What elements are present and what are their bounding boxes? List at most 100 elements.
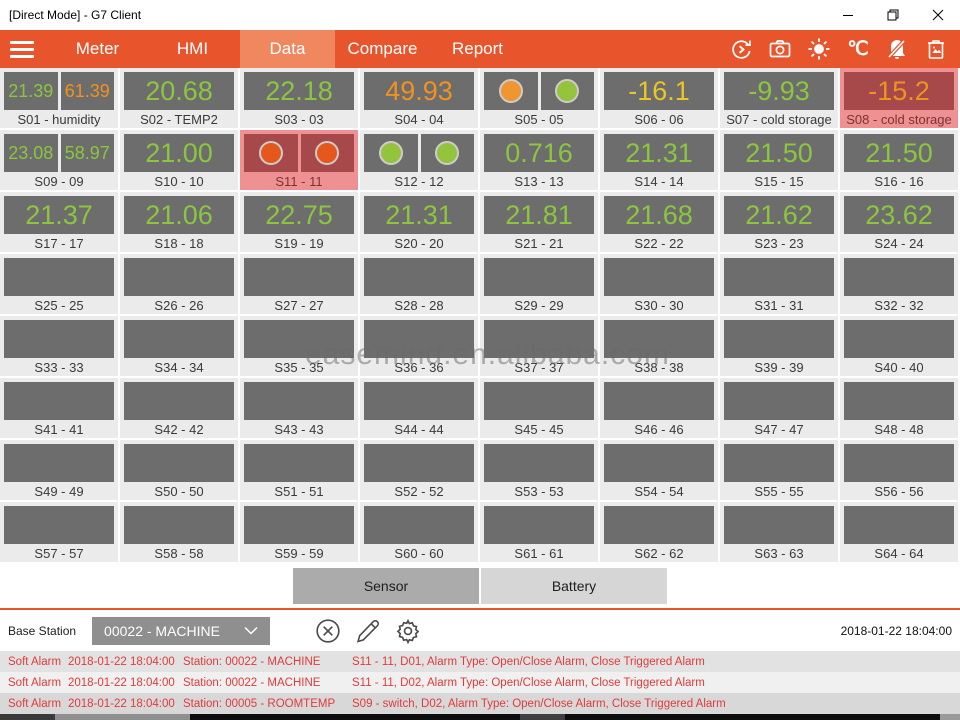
value-box (124, 320, 234, 358)
tab-report[interactable]: Report (430, 30, 525, 68)
sensor-tile-s29[interactable]: S29 - 29 (480, 254, 600, 316)
sensor-tile-s04[interactable]: 49.93S04 - 04 (360, 68, 480, 130)
camera-icon[interactable] (768, 37, 792, 61)
sensor-tile-s36[interactable]: S36 - 36 (360, 316, 480, 378)
sensor-tile-s25[interactable]: S25 - 25 (0, 254, 120, 316)
sensor-tile-s64[interactable]: S64 - 64 (840, 502, 960, 564)
sync-icon[interactable] (729, 37, 753, 61)
sensor-tile-s26[interactable]: S26 - 26 (120, 254, 240, 316)
sensor-tile-s59[interactable]: S59 - 59 (240, 502, 360, 564)
sensor-tile-s06[interactable]: -16.1S06 - 06 (600, 68, 720, 130)
sensor-tile-s37[interactable]: S37 - 37 (480, 316, 600, 378)
sensor-tile-s45[interactable]: S45 - 45 (480, 378, 600, 440)
sensor-tile-s43[interactable]: S43 - 43 (240, 378, 360, 440)
sensor-tile-s23[interactable]: 21.62S23 - 23 (720, 192, 840, 254)
mute-bell-icon[interactable] (885, 37, 909, 61)
sensor-tile-s10[interactable]: 21.00S10 - 10 (120, 130, 240, 192)
sensor-tile-s49[interactable]: S49 - 49 (0, 440, 120, 502)
value-box-group: 23.0858.97 (0, 130, 118, 172)
sensor-tile-s38[interactable]: S38 - 38 (600, 316, 720, 378)
sensor-tile-s55[interactable]: S55 - 55 (720, 440, 840, 502)
value-box-group: 0.716 (480, 130, 598, 172)
sensor-value: 23.08 (8, 143, 53, 164)
sensor-tile-s54[interactable]: S54 - 54 (600, 440, 720, 502)
sensor-tile-s51[interactable]: S51 - 51 (240, 440, 360, 502)
sensor-tile-s33[interactable]: S33 - 33 (0, 316, 120, 378)
tab-data[interactable]: Data (240, 30, 335, 68)
sensor-tile-s40[interactable]: S40 - 40 (840, 316, 960, 378)
settings-button[interactable] (394, 617, 422, 645)
sensor-tile-s11[interactable]: S11 - 11 (240, 130, 360, 192)
close-button[interactable] (915, 0, 960, 30)
sensor-tile-s47[interactable]: S47 - 47 (720, 378, 840, 440)
sensor-tile-s44[interactable]: S44 - 44 (360, 378, 480, 440)
sensor-label: S26 - 26 (120, 298, 238, 313)
restore-button[interactable] (870, 0, 915, 30)
brightness-icon[interactable] (807, 37, 831, 61)
battery-tab-button[interactable]: Battery (481, 568, 667, 604)
alarm-log-row[interactable]: Soft Alarm2018-01-22 18:04:00Station: 00… (0, 693, 960, 714)
menu-icon[interactable] (0, 30, 50, 68)
tab-hmi[interactable]: HMI (145, 30, 240, 68)
sensor-tile-s32[interactable]: S32 - 32 (840, 254, 960, 316)
alarm-log-row[interactable]: Soft Alarm2018-01-22 18:04:00Station: 00… (0, 651, 960, 672)
sensor-tile-s17[interactable]: 21.37S17 - 17 (0, 192, 120, 254)
sensor-tile-s46[interactable]: S46 - 46 (600, 378, 720, 440)
sensor-tile-s27[interactable]: S27 - 27 (240, 254, 360, 316)
sensor-tile-s30[interactable]: S30 - 30 (600, 254, 720, 316)
sensor-tile-s14[interactable]: 21.31S14 - 14 (600, 130, 720, 192)
sensor-tile-s08[interactable]: -15.2S08 - cold storage (840, 68, 960, 130)
circle-x-button[interactable] (314, 617, 342, 645)
sensor-tile-s39[interactable]: S39 - 39 (720, 316, 840, 378)
sensor-tile-s15[interactable]: 21.50S15 - 15 (720, 130, 840, 192)
sensor-tile-s60[interactable]: S60 - 60 (360, 502, 480, 564)
sensor-tile-s58[interactable]: S58 - 58 (120, 502, 240, 564)
sensor-tile-s53[interactable]: S53 - 53 (480, 440, 600, 502)
value-box-group (120, 254, 238, 296)
sensor-tile-s57[interactable]: S57 - 57 (0, 502, 120, 564)
celsius-icon[interactable]: ℃ (846, 37, 870, 61)
value-box (244, 134, 298, 172)
tab-compare[interactable]: Compare (335, 30, 430, 68)
sensor-tile-s35[interactable]: S35 - 35 (240, 316, 360, 378)
value-box-group: -9.93 (720, 68, 838, 110)
sensor-tile-s09[interactable]: 23.0858.97S09 - 09 (0, 130, 120, 192)
sensor-tile-s05[interactable]: S05 - 05 (480, 68, 600, 130)
edit-button[interactable] (354, 617, 382, 645)
sensor-tile-s34[interactable]: S34 - 34 (120, 316, 240, 378)
sensor-tile-s62[interactable]: S62 - 62 (600, 502, 720, 564)
sensor-tile-s18[interactable]: 21.06S18 - 18 (120, 192, 240, 254)
sensor-tile-s63[interactable]: S63 - 63 (720, 502, 840, 564)
sensor-tile-s56[interactable]: S56 - 56 (840, 440, 960, 502)
sensor-tile-s02[interactable]: 20.68S02 - TEMP2 (120, 68, 240, 130)
sensor-tile-s12[interactable]: S12 - 12 (360, 130, 480, 192)
alarm-log-row[interactable]: Soft Alarm2018-01-22 18:04:00Station: 00… (0, 672, 960, 693)
image-trash-icon[interactable] (924, 37, 948, 61)
sensor-tile-s31[interactable]: S31 - 31 (720, 254, 840, 316)
sensor-tile-s52[interactable]: S52 - 52 (360, 440, 480, 502)
sensor-tile-s22[interactable]: 21.68S22 - 22 (600, 192, 720, 254)
tab-meter[interactable]: Meter (50, 30, 145, 68)
sensor-tile-s28[interactable]: S28 - 28 (360, 254, 480, 316)
sensor-tile-s20[interactable]: 21.31S20 - 20 (360, 192, 480, 254)
sensor-tile-s42[interactable]: S42 - 42 (120, 378, 240, 440)
sensor-tile-s16[interactable]: 21.50S16 - 16 (840, 130, 960, 192)
sensor-tile-s07[interactable]: -9.93S07 - cold storage (720, 68, 840, 130)
sensor-tile-s41[interactable]: S41 - 41 (0, 378, 120, 440)
sensor-tile-s48[interactable]: S48 - 48 (840, 378, 960, 440)
minimize-button[interactable] (825, 0, 870, 30)
value-box (301, 134, 355, 172)
sensor-tab-button[interactable]: Sensor (293, 568, 479, 604)
sensor-tile-s61[interactable]: S61 - 61 (480, 502, 600, 564)
sensor-tile-s01[interactable]: 21.3961.39S01 - humidity (0, 68, 120, 130)
sensor-tile-s50[interactable]: S50 - 50 (120, 440, 240, 502)
base-station-dropdown[interactable]: 00022 - MACHINE (92, 617, 270, 645)
sensor-tile-s03[interactable]: 22.18S03 - 03 (240, 68, 360, 130)
sensor-tile-s21[interactable]: 21.81S21 - 21 (480, 192, 600, 254)
value-box: 0.716 (484, 134, 594, 172)
sensor-label: S49 - 49 (0, 484, 118, 499)
value-box (244, 258, 354, 296)
sensor-tile-s19[interactable]: 22.75S19 - 19 (240, 192, 360, 254)
sensor-tile-s24[interactable]: 23.62S24 - 24 (840, 192, 960, 254)
sensor-tile-s13[interactable]: 0.716S13 - 13 (480, 130, 600, 192)
